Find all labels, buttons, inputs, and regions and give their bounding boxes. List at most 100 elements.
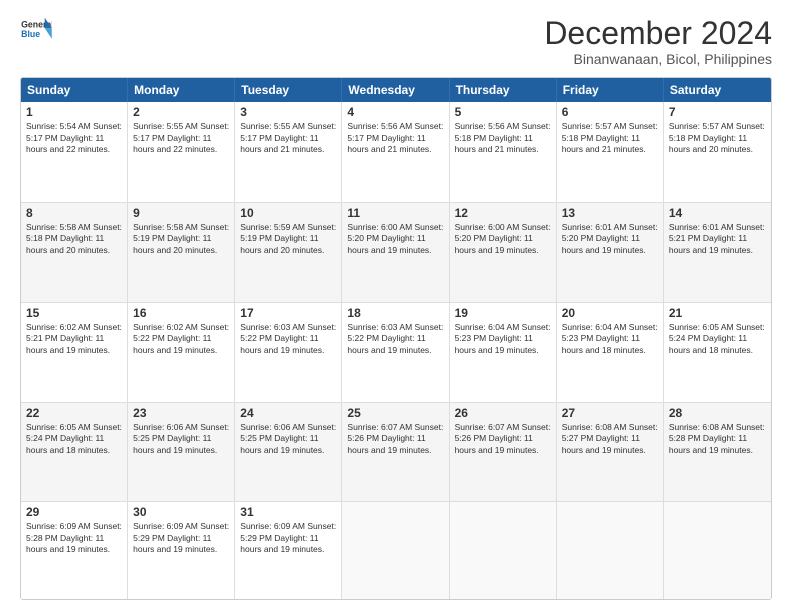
month-title: December 2024 [544,16,772,51]
logo: General Blue [20,16,52,44]
general-blue-logo-icon: General Blue [20,16,52,44]
day-info: Sunrise: 6:03 AM Sunset: 5:22 PM Dayligh… [347,322,443,356]
calendar-row: 8Sunrise: 5:58 AM Sunset: 5:18 PM Daylig… [21,202,771,302]
day-info: Sunrise: 6:09 AM Sunset: 5:28 PM Dayligh… [26,521,122,555]
calendar-cell: 8Sunrise: 5:58 AM Sunset: 5:18 PM Daylig… [21,203,128,302]
day-number: 24 [240,406,336,420]
day-number: 31 [240,505,336,519]
calendar-cell: 1 Sunrise: 5:54 AM Sunset: 5:17 PM Daylig… [21,102,128,202]
calendar-cell: 31Sunrise: 6:09 AM Sunset: 5:29 PM Dayli… [235,502,342,600]
calendar-cell: 12 Sunrise: 6:00 AM Sunset: 5:20 PM Dayli… [450,203,557,302]
calendar-cell: 4 Sunrise: 5:56 AM Sunset: 5:17 PM Daylig… [342,102,449,202]
header-thursday: Thursday [450,78,557,102]
day-number: 5 [455,105,551,119]
day-number: 21 [669,306,766,320]
day-info: Sunrise: 5:58 AM Sunset: 5:19 PM Dayligh… [133,222,229,256]
day-number: 20 [562,306,658,320]
day-number: 23 [133,406,229,420]
day-info: Sunrise: 6:02 AM Sunset: 5:22 PM Dayligh… [133,322,229,356]
calendar-cell: 9Sunrise: 5:58 AM Sunset: 5:19 PM Daylig… [128,203,235,302]
header-friday: Friday [557,78,664,102]
day-number: 25 [347,406,443,420]
calendar-cell: 3 Sunrise: 5:55 AM Sunset: 5:17 PM Daylig… [235,102,342,202]
day-number: 4 [347,105,443,119]
day-info: Sunrise: 6:08 AM Sunset: 5:28 PM Dayligh… [669,422,766,456]
day-number: 16 [133,306,229,320]
day-info: Sunrise: 6:02 AM Sunset: 5:21 PM Dayligh… [26,322,122,356]
day-number: 29 [26,505,122,519]
day-info: Sunrise: 6:05 AM Sunset: 5:24 PM Dayligh… [26,422,122,456]
day-info: Sunrise: 6:05 AM Sunset: 5:24 PM Dayligh… [669,322,766,356]
day-info: Sunrise: 5:56 AM Sunset: 5:18 PM Dayligh… [455,121,551,155]
day-number: 18 [347,306,443,320]
calendar-row: 22 Sunrise: 6:05 AM Sunset: 5:24 PM Dayli… [21,402,771,502]
subtitle: Binanwanaan, Bicol, Philippines [544,51,772,67]
calendar-row: 1 Sunrise: 5:54 AM Sunset: 5:17 PM Daylig… [21,102,771,202]
calendar-cell [342,502,449,600]
day-info: Sunrise: 6:03 AM Sunset: 5:22 PM Dayligh… [240,322,336,356]
day-info: Sunrise: 6:00 AM Sunset: 5:20 PM Dayligh… [455,222,551,256]
svg-text:Blue: Blue [21,29,40,39]
page: General Blue December 2024 Binanwanaan, … [0,0,792,612]
calendar-body: 1 Sunrise: 5:54 AM Sunset: 5:17 PM Daylig… [21,102,771,600]
day-number: 3 [240,105,336,119]
day-info: Sunrise: 5:54 AM Sunset: 5:17 PM Dayligh… [26,121,122,155]
day-info: Sunrise: 6:01 AM Sunset: 5:20 PM Dayligh… [562,222,658,256]
calendar-cell: 11Sunrise: 6:00 AM Sunset: 5:20 PM Dayli… [342,203,449,302]
calendar-cell: 15 Sunrise: 6:02 AM Sunset: 5:21 PM Dayli… [21,303,128,402]
day-number: 1 [26,105,122,119]
day-number: 28 [669,406,766,420]
day-number: 12 [455,206,551,220]
calendar-cell: 24 Sunrise: 6:06 AM Sunset: 5:25 PM Dayli… [235,403,342,502]
day-number: 19 [455,306,551,320]
header-saturday: Saturday [664,78,771,102]
day-info: Sunrise: 5:55 AM Sunset: 5:17 PM Dayligh… [240,121,336,155]
day-number: 22 [26,406,122,420]
day-number: 27 [562,406,658,420]
calendar-cell: 30 Sunrise: 6:09 AM Sunset: 5:29 PM Dayli… [128,502,235,600]
day-number: 30 [133,505,229,519]
day-info: Sunrise: 6:08 AM Sunset: 5:27 PM Dayligh… [562,422,658,456]
title-block: December 2024 Binanwanaan, Bicol, Philip… [544,16,772,67]
calendar-cell [557,502,664,600]
calendar-cell: 25 Sunrise: 6:07 AM Sunset: 5:26 PM Dayli… [342,403,449,502]
day-number: 13 [562,206,658,220]
calendar-cell: 29 Sunrise: 6:09 AM Sunset: 5:28 PM Dayli… [21,502,128,600]
day-info: Sunrise: 6:04 AM Sunset: 5:23 PM Dayligh… [562,322,658,356]
day-info: Sunrise: 6:04 AM Sunset: 5:23 PM Dayligh… [455,322,551,356]
day-number: 10 [240,206,336,220]
calendar-cell: 27 Sunrise: 6:08 AM Sunset: 5:27 PM Dayli… [557,403,664,502]
calendar-cell: 5 Sunrise: 5:56 AM Sunset: 5:18 PM Daylig… [450,102,557,202]
day-number: 17 [240,306,336,320]
calendar-cell: 22 Sunrise: 6:05 AM Sunset: 5:24 PM Dayli… [21,403,128,502]
day-info: Sunrise: 5:56 AM Sunset: 5:17 PM Dayligh… [347,121,443,155]
calendar-cell: 18 Sunrise: 6:03 AM Sunset: 5:22 PM Dayli… [342,303,449,402]
calendar-cell: 20 Sunrise: 6:04 AM Sunset: 5:23 PM Dayli… [557,303,664,402]
day-info: Sunrise: 6:06 AM Sunset: 5:25 PM Dayligh… [240,422,336,456]
calendar-cell: 19 Sunrise: 6:04 AM Sunset: 5:23 PM Dayli… [450,303,557,402]
calendar-cell: 28 Sunrise: 6:08 AM Sunset: 5:28 PM Dayli… [664,403,771,502]
calendar-cell [450,502,557,600]
day-info: Sunrise: 6:07 AM Sunset: 5:26 PM Dayligh… [347,422,443,456]
header-wednesday: Wednesday [342,78,449,102]
header-tuesday: Tuesday [235,78,342,102]
calendar-cell: 17 Sunrise: 6:03 AM Sunset: 5:22 PM Dayli… [235,303,342,402]
calendar-row: 29 Sunrise: 6:09 AM Sunset: 5:28 PM Dayli… [21,501,771,600]
day-number: 26 [455,406,551,420]
calendar-cell: 2Sunrise: 5:55 AM Sunset: 5:17 PM Daylig… [128,102,235,202]
day-number: 15 [26,306,122,320]
day-number: 6 [562,105,658,119]
day-info: Sunrise: 5:57 AM Sunset: 5:18 PM Dayligh… [669,121,766,155]
calendar-cell: 16 Sunrise: 6:02 AM Sunset: 5:22 PM Dayli… [128,303,235,402]
day-info: Sunrise: 6:01 AM Sunset: 5:21 PM Dayligh… [669,222,766,256]
calendar-cell: 21 Sunrise: 6:05 AM Sunset: 5:24 PM Dayli… [664,303,771,402]
header: General Blue December 2024 Binanwanaan, … [20,16,772,67]
day-info: Sunrise: 5:58 AM Sunset: 5:18 PM Dayligh… [26,222,122,256]
header-sunday: Sunday [21,78,128,102]
day-info: Sunrise: 5:57 AM Sunset: 5:18 PM Dayligh… [562,121,658,155]
calendar-header: Sunday Monday Tuesday Wednesday Thursday… [21,78,771,102]
day-info: Sunrise: 6:09 AM Sunset: 5:29 PM Dayligh… [133,521,229,555]
day-info: Sunrise: 6:07 AM Sunset: 5:26 PM Dayligh… [455,422,551,456]
calendar-cell: 7Sunrise: 5:57 AM Sunset: 5:18 PM Daylig… [664,102,771,202]
header-monday: Monday [128,78,235,102]
